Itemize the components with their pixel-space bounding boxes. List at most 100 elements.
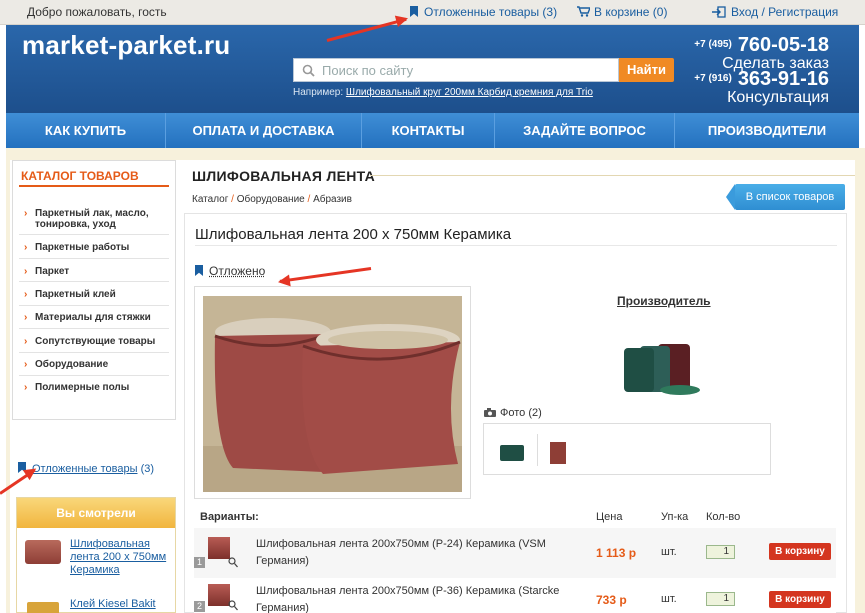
divider xyxy=(537,434,538,466)
variant-price: 1 113 р xyxy=(596,546,637,560)
add-to-cart-button[interactable]: В корзину xyxy=(769,543,831,560)
variant-thumbnail[interactable] xyxy=(208,584,230,606)
breadcrumb-equipment[interactable]: Оборудование xyxy=(237,194,305,205)
catalog-item-polymer[interactable]: Полимерные полы xyxy=(19,382,169,393)
variant-unit: шт. xyxy=(661,546,677,558)
nav-how-to-buy[interactable]: КАК КУПИТЬ xyxy=(6,113,166,148)
breadcrumb: Каталог / Оборудование / Абразив xyxy=(192,194,352,205)
variant-price: 733 р xyxy=(596,593,627,607)
catalog-title-underline xyxy=(19,185,169,187)
section-title-line xyxy=(370,175,855,176)
breadcrumb-catalog[interactable]: Каталог xyxy=(192,194,228,205)
login-link-text[interactable]: Вход / Регистрация xyxy=(731,5,838,19)
sidebar-deferred-count: (3) xyxy=(140,463,155,475)
manufacturer-logo[interactable] xyxy=(622,340,704,398)
divider xyxy=(19,352,169,353)
nav-payment-delivery[interactable]: ОПЛАТА И ДОСТАВКА xyxy=(166,113,362,148)
consult-phone-caption: Консультация xyxy=(727,89,829,106)
recent-item-link[interactable]: Шлифовальная лента 200 х 750мм Керамика xyxy=(70,538,170,577)
search-input[interactable]: Поиск по сайту xyxy=(293,58,619,82)
divider xyxy=(19,258,169,259)
catalog-sidebar: КАТАЛОГ ТОВАРОВ Паркетный лак, масло, то… xyxy=(12,160,176,420)
variant-name[interactable]: Шлифовальная лента 200x750мм (P-36) Кера… xyxy=(256,583,576,613)
catalog-item-glue[interactable]: Паркетный клей xyxy=(19,289,169,300)
sanding-belt-illustration xyxy=(203,296,462,492)
deferred-link-text[interactable]: Отложенные товары (3) xyxy=(424,5,557,19)
divider xyxy=(19,305,169,306)
variant-thumbnail[interactable] xyxy=(208,537,230,559)
quantity-input[interactable]: 1 xyxy=(706,592,735,606)
order-phone: +7 (495) 760-05-18 xyxy=(694,34,829,57)
col-qty: Кол-во xyxy=(706,511,741,523)
product-image[interactable] xyxy=(194,286,471,499)
left-margin xyxy=(6,148,10,613)
site-logo[interactable]: market-parket.ru xyxy=(22,30,230,61)
page: Добро пожаловать, гость Отложенные товар… xyxy=(0,0,865,613)
zoom-icon[interactable] xyxy=(228,557,238,568)
catalog-item-parquet-work[interactable]: Паркетные работы xyxy=(19,242,169,253)
search-example: Например: Шлифовальный круг 200мм Карбид… xyxy=(293,87,593,98)
sidebar-deferred-link[interactable]: Отложенные товары xyxy=(32,463,138,475)
top-bar: Добро пожаловать, гость Отложенные товар… xyxy=(0,0,865,25)
nav-manufacturers[interactable]: ПРОИЗВОДИТЕЛИ xyxy=(675,113,859,148)
variant-number: 1 xyxy=(194,557,205,568)
section-title: ШЛИФОВАЛЬНАЯ ЛЕНТА xyxy=(192,168,375,184)
deferred-link[interactable]: Отложенные товары (3) xyxy=(410,5,557,19)
camera-icon xyxy=(484,408,496,417)
search-button[interactable]: Найти xyxy=(619,58,674,82)
login-icon xyxy=(712,6,726,18)
quantity-input[interactable]: 1 xyxy=(706,545,735,559)
product-title: Шлифовальная лента 200 х 750мм Керамика xyxy=(195,226,512,243)
login-link[interactable]: Вход / Регистрация xyxy=(712,5,838,19)
nav-contacts[interactable]: КОНТАКТЫ xyxy=(362,113,495,148)
zoom-icon[interactable] xyxy=(228,600,238,611)
variant-name[interactable]: Шлифовальная лента 200x750мм (P-24) Кера… xyxy=(256,536,576,570)
add-to-cart-button[interactable]: В корзину xyxy=(769,591,831,608)
catalog-item-lacquer[interactable]: Паркетный лак, масло, тонировка, уход xyxy=(19,208,169,230)
deferred-toggle[interactable]: Отложено xyxy=(195,264,265,278)
order-phone-number: 760-05-18 xyxy=(737,34,829,56)
catalog-item-screed[interactable]: Материалы для стяжки xyxy=(19,312,169,323)
bookmark-icon xyxy=(195,265,203,276)
deferred-toggle-label[interactable]: Отложено xyxy=(209,264,265,278)
catalog-item-parquet[interactable]: Паркет xyxy=(19,266,169,277)
nav-ask-question[interactable]: ЗАДАЙТЕ ВОПРОС xyxy=(495,113,675,148)
variant-unit: шт. xyxy=(661,593,677,605)
glue-thumbnail[interactable] xyxy=(27,602,59,613)
recent-item-link[interactable]: Клей Kiesel Bakit xyxy=(70,598,170,611)
variant-row: 1 Шлифовальная лента 200x750мм (P-24) Ке… xyxy=(194,528,836,578)
recently-viewed: Вы смотрели Шлифовальная лента 200 х 750… xyxy=(16,497,176,613)
search-example-link[interactable]: Шлифовальный круг 200мм Карбид кремния д… xyxy=(346,87,593,98)
photo-count-label: Фото (2) xyxy=(500,407,542,419)
consult-phone-code: +7 (916) xyxy=(694,73,732,84)
cart-link-text[interactable]: В корзине (0) xyxy=(594,5,667,19)
greeting-text: Добро пожаловать, гость xyxy=(27,5,167,19)
catalog-item-equipment[interactable]: Оборудование xyxy=(19,359,169,370)
belt-thumbnail[interactable] xyxy=(25,540,61,564)
col-unit: Уп-ка xyxy=(661,511,689,523)
catalog-title: КАТАЛОГ ТОВАРОВ xyxy=(21,169,139,183)
search-icon xyxy=(302,64,315,77)
divider xyxy=(19,281,169,282)
right-margin xyxy=(855,148,865,613)
search-placeholder: Поиск по сайту xyxy=(322,63,414,78)
recently-viewed-title: Вы смотрели xyxy=(17,498,175,528)
divider xyxy=(195,245,837,246)
consult-phone-number: 363-91-16 xyxy=(737,68,829,90)
col-price: Цена xyxy=(596,511,623,523)
variant-row: 2 Шлифовальная лента 200x750мм (P-36) Ке… xyxy=(194,578,836,613)
bookmark-icon xyxy=(410,6,418,17)
photo-count: Фото (2) xyxy=(484,407,542,419)
catalog-item-related[interactable]: Сопутствующие товары xyxy=(19,336,169,347)
cart-link[interactable]: В корзине (0) xyxy=(577,5,667,19)
manufacturer-link[interactable]: Производитель xyxy=(617,294,711,308)
back-to-list-button[interactable]: В список товаров xyxy=(726,184,845,210)
photo-thumbnail[interactable] xyxy=(500,445,524,461)
order-phone-code: +7 (495) xyxy=(694,39,732,50)
product-photo xyxy=(203,296,462,492)
variants-heading: Варианты: xyxy=(200,511,259,523)
photo-thumbnail[interactable] xyxy=(550,442,566,464)
divider xyxy=(19,328,169,329)
breadcrumb-abrasive[interactable]: Абразив xyxy=(313,194,352,205)
cart-icon xyxy=(577,6,592,17)
